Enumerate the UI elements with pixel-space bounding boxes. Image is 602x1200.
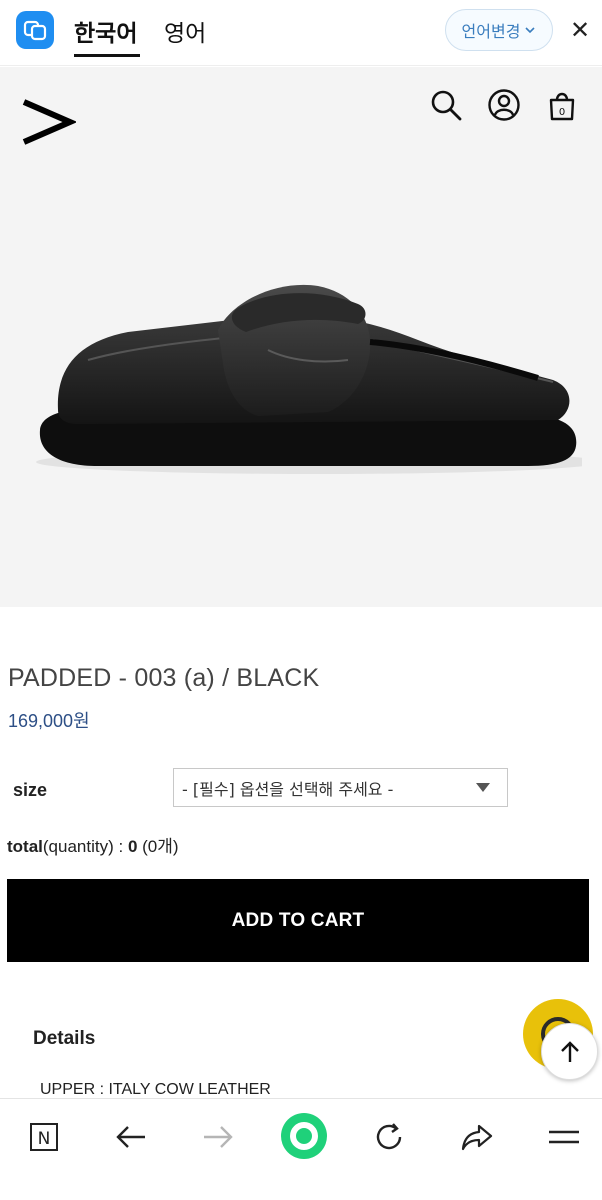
reload-icon[interactable] xyxy=(368,1115,412,1159)
close-icon[interactable]: ✕ xyxy=(570,17,590,43)
browser-toolbar: N xyxy=(0,1098,602,1200)
forward-arrow-icon[interactable] xyxy=(196,1115,240,1159)
user-icon[interactable] xyxy=(487,88,521,122)
total-label: total xyxy=(7,837,43,856)
tab-korean[interactable]: 한국어 xyxy=(74,14,137,48)
translate-app-icon xyxy=(16,11,54,49)
translation-bar: 한국어 영어 언어변경 ✕ xyxy=(0,0,602,66)
add-to-cart-button[interactable]: ADD TO CART xyxy=(7,879,589,962)
caret-down-icon xyxy=(476,783,490,792)
svg-text:N: N xyxy=(38,1129,51,1149)
total-count: (0개) xyxy=(137,837,179,856)
share-icon[interactable] xyxy=(455,1115,499,1159)
total-amount: 0 xyxy=(127,837,138,856)
total-quantity: total(quantity) : 0 (0개) xyxy=(7,832,179,857)
shopping-bag-icon[interactable]: 0 xyxy=(545,88,579,122)
product-title: PADDED - 003 (a) / BLACK xyxy=(8,664,320,692)
back-arrow-icon[interactable] xyxy=(109,1115,153,1159)
naver-n-icon[interactable]: N xyxy=(22,1115,66,1159)
active-tab-indicator xyxy=(74,54,140,57)
tab-english[interactable]: 영어 xyxy=(164,14,206,48)
change-language-button[interactable]: 언어변경 xyxy=(445,9,553,51)
size-label: size xyxy=(13,780,48,800)
svg-text:0: 0 xyxy=(559,107,565,118)
size-select-value: - [필수] 옵션을 선택해 주세요 - xyxy=(182,779,394,799)
arrow-up-icon xyxy=(560,1040,579,1062)
scroll-top-button[interactable] xyxy=(541,1023,598,1080)
chevron-down-icon xyxy=(525,27,536,34)
details-upper: UPPER : ITALY COW LEATHER xyxy=(40,1081,271,1098)
search-icon[interactable] xyxy=(429,88,463,122)
product-price: 169,000원 xyxy=(8,711,90,731)
change-language-label: 언어변경 xyxy=(461,22,521,41)
brand-logo[interactable] xyxy=(20,98,78,151)
home-circle-icon[interactable] xyxy=(279,1111,329,1161)
details-heading: Details xyxy=(33,1028,96,1049)
product-image-shoe[interactable] xyxy=(18,260,600,505)
total-sublabel: (quantity) : xyxy=(42,837,128,856)
menu-icon[interactable] xyxy=(542,1115,586,1159)
size-select[interactable]: - [필수] 옵션을 선택해 주세요 - xyxy=(173,768,508,807)
